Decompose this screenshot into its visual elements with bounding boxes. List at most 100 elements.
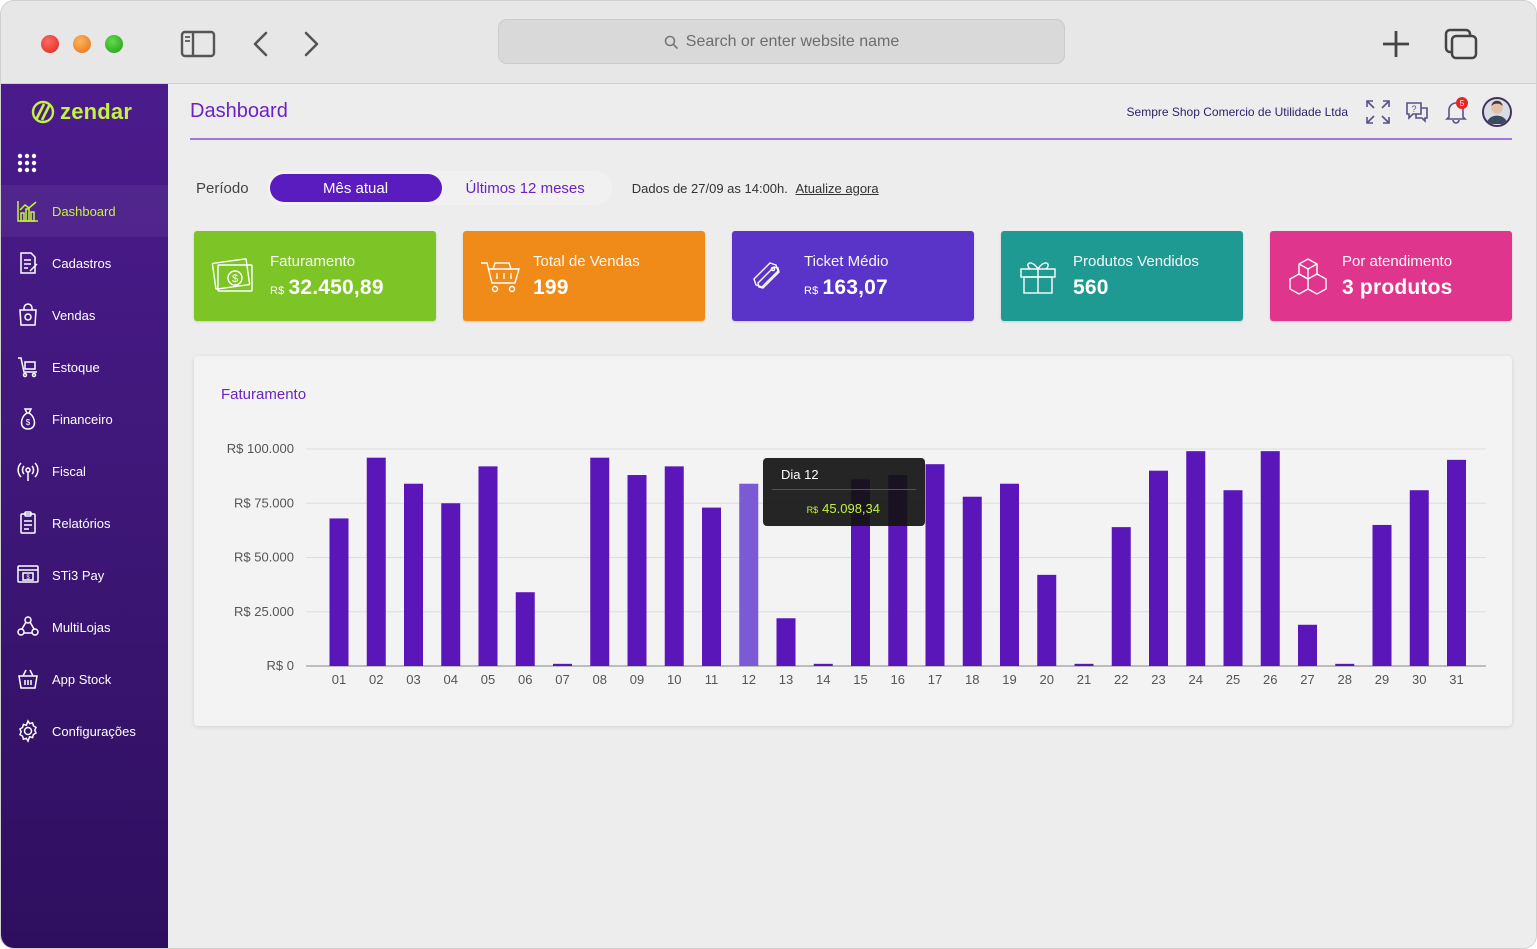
sidebar-item-label: Vendas bbox=[52, 307, 96, 323]
minimize-window-button[interactable] bbox=[73, 35, 91, 53]
sidebar-item-label: Estoque bbox=[52, 359, 100, 375]
x-tick-label: 30 bbox=[1412, 672, 1426, 687]
sidebar-item-relatorios[interactable]: Relatórios bbox=[1, 497, 168, 549]
chart-bar-day-21[interactable] bbox=[1074, 663, 1094, 666]
x-tick-label: 08 bbox=[593, 672, 607, 687]
chart-bar-day-03[interactable] bbox=[404, 483, 423, 666]
period-last-12-months-button[interactable]: Últimos 12 meses bbox=[442, 174, 609, 202]
card-produtos-vendidos[interactable]: Produtos Vendidos 560 bbox=[1001, 231, 1243, 321]
notification-bell-icon[interactable]: 5 bbox=[1443, 97, 1469, 125]
chart-bar-day-10[interactable] bbox=[664, 466, 684, 666]
zendar-logo[interactable]: zendar bbox=[31, 99, 132, 125]
sidebar: zendar Dashboard Cadastros Vendas Estoqu… bbox=[1, 84, 168, 948]
sidebar-item-estoque[interactable]: Estoque bbox=[1, 341, 168, 393]
chart-bar-day-13[interactable] bbox=[776, 618, 796, 666]
chart-bar-day-08[interactable] bbox=[590, 457, 610, 666]
header-actions: Sempre Shop Comercio de Utilidade Ltda ?… bbox=[1127, 96, 1512, 128]
card-currency: R$ bbox=[270, 285, 285, 297]
x-tick-label: 31 bbox=[1449, 672, 1463, 687]
sidebar-item-cadastros[interactable]: Cadastros bbox=[1, 237, 168, 289]
brand-name: zendar bbox=[60, 99, 133, 124]
back-icon[interactable] bbox=[249, 25, 273, 63]
chart-bar-day-26[interactable] bbox=[1260, 451, 1280, 666]
x-tick-label: 24 bbox=[1189, 672, 1203, 687]
card-amount: 163,07 bbox=[822, 276, 888, 299]
sidebar-item-fiscal[interactable]: Fiscal bbox=[1, 445, 168, 497]
chart-bar-day-01[interactable] bbox=[329, 518, 349, 666]
chart-bar-day-30[interactable] bbox=[1409, 490, 1429, 666]
x-tick-label: 12 bbox=[742, 672, 756, 687]
chart-bar-day-20[interactable] bbox=[1037, 574, 1057, 666]
sidebar-item-sti3-pay[interactable]: $ STi3 Pay bbox=[1, 549, 168, 601]
y-tick-label: R$ 75.000 bbox=[234, 495, 294, 510]
chart-bar-day-29[interactable] bbox=[1372, 524, 1392, 666]
card-ticket-medio[interactable]: Ticket Médio R$ 163,07 bbox=[732, 231, 974, 321]
tooltip-amount: 45.098,34 bbox=[822, 501, 880, 516]
card-total-vendas[interactable]: Total de Vendas 199 bbox=[463, 231, 705, 321]
y-tick-label: R$ 0 bbox=[267, 658, 294, 673]
avatar[interactable] bbox=[1482, 97, 1512, 127]
sidebar-item-label: Relatórios bbox=[52, 515, 111, 531]
boxes-icon bbox=[1286, 255, 1332, 297]
sidebar-item-configuracoes[interactable]: Configurações bbox=[1, 705, 168, 757]
chart-bar-day-02[interactable] bbox=[366, 457, 386, 666]
svg-text:$: $ bbox=[25, 418, 30, 427]
chart-bar-day-14[interactable] bbox=[813, 663, 833, 666]
chart-bar-day-24[interactable] bbox=[1186, 451, 1206, 666]
x-tick-label: 02 bbox=[369, 672, 383, 687]
chart-bar-day-25[interactable] bbox=[1223, 490, 1243, 666]
address-bar[interactable]: Search or enter website name bbox=[498, 19, 1065, 64]
refresh-now-link[interactable]: Atualize agora bbox=[796, 181, 879, 196]
chart-bar-day-06[interactable] bbox=[515, 592, 535, 666]
sidebar-toggle-icon[interactable] bbox=[179, 25, 217, 63]
sidebar-item-app-stock[interactable]: App Stock bbox=[1, 653, 168, 705]
sidebar-item-multilojas[interactable]: MultiLojas bbox=[1, 601, 168, 653]
zendar-logo-icon bbox=[31, 100, 55, 124]
forward-icon[interactable] bbox=[299, 25, 323, 63]
card-por-atendimento[interactable]: Por atendimento 3 produtos bbox=[1270, 231, 1512, 321]
x-tick-label: 28 bbox=[1338, 672, 1352, 687]
card-amount: 32.450,89 bbox=[288, 276, 384, 299]
chart-bar-day-19[interactable] bbox=[1000, 483, 1019, 666]
chart-bar-day-23[interactable] bbox=[1149, 470, 1168, 666]
x-tick-label: 13 bbox=[779, 672, 793, 687]
apps-grid-icon[interactable] bbox=[17, 153, 37, 173]
new-tab-icon[interactable] bbox=[1379, 25, 1413, 63]
sidebar-item-vendas[interactable]: Vendas bbox=[1, 289, 168, 341]
broadcast-icon bbox=[15, 459, 40, 484]
chart-bar-day-12[interactable] bbox=[739, 483, 759, 666]
sidebar-item-financeiro[interactable]: $ Financeiro bbox=[1, 393, 168, 445]
gift-icon bbox=[1017, 255, 1063, 297]
tab-overview-icon[interactable] bbox=[1443, 25, 1479, 63]
chart-bar-day-31[interactable] bbox=[1447, 459, 1466, 666]
card-value: R$ 32.450,89 bbox=[270, 276, 384, 300]
chart-bar-day-11[interactable] bbox=[702, 507, 721, 666]
sidebar-item-dashboard[interactable]: Dashboard bbox=[1, 185, 168, 237]
chart-bar-day-28[interactable] bbox=[1335, 663, 1355, 666]
browser-toolbar: Search or enter website name bbox=[1, 1, 1536, 84]
sidebar-item-label: App Stock bbox=[52, 671, 112, 687]
close-window-button[interactable] bbox=[41, 35, 59, 53]
period-current-month-button[interactable]: Mês atual bbox=[269, 174, 442, 202]
card-value: 3 produtos bbox=[1342, 276, 1453, 299]
chart-bar-day-04[interactable] bbox=[441, 503, 461, 666]
browser-window: Search or enter website name zendar Dash… bbox=[0, 0, 1537, 949]
card-label: Por atendimento bbox=[1342, 253, 1453, 270]
maximize-window-button[interactable] bbox=[105, 35, 123, 53]
chart-bar-day-05[interactable] bbox=[478, 466, 498, 666]
ticket-icon bbox=[748, 255, 794, 297]
fullscreen-icon[interactable] bbox=[1365, 99, 1391, 125]
chart-icon bbox=[15, 199, 40, 224]
card-faturamento[interactable]: $ Faturamento R$ 32.450,89 bbox=[194, 231, 436, 321]
chart-bar-day-17[interactable] bbox=[925, 464, 945, 666]
chart-bar-day-18[interactable] bbox=[962, 496, 982, 666]
tooltip-title: Dia 12 bbox=[781, 467, 819, 482]
chart-bar-day-22[interactable] bbox=[1111, 527, 1131, 666]
money-icon: $ bbox=[210, 255, 256, 297]
chart-bar-day-09[interactable] bbox=[627, 475, 647, 666]
chart-bar-day-07[interactable] bbox=[553, 663, 572, 666]
chart-bar-day-27[interactable] bbox=[1298, 624, 1317, 666]
report-icon bbox=[15, 511, 40, 536]
card-value: 199 bbox=[533, 276, 569, 299]
help-chat-icon[interactable]: ? bbox=[1404, 99, 1430, 125]
